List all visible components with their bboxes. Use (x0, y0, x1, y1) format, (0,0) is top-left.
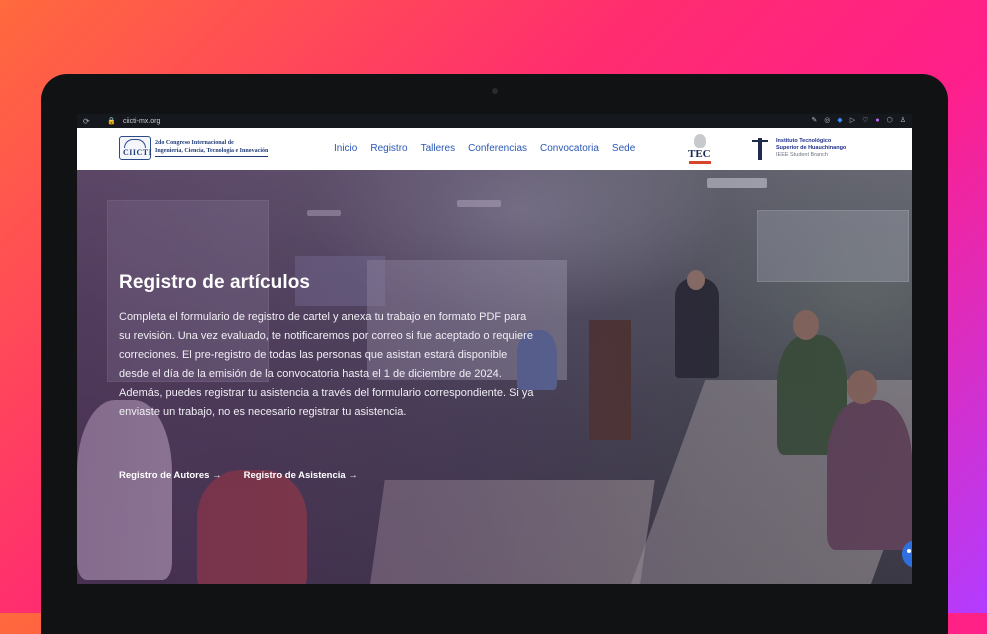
extension-tray: ✎ ◎ ◆ ▷ ♡ ● ⬡ ♙ (811, 116, 906, 126)
authors-registration-link[interactable]: Registro de Autores → (119, 470, 222, 481)
hero-content: Registro de artículos Completa el formul… (119, 272, 539, 422)
extension-icon[interactable]: ● (875, 116, 879, 126)
tower-icon (750, 136, 770, 160)
nav-convocatoria[interactable]: Convocatoria (540, 143, 599, 154)
webcam (492, 88, 498, 94)
browser-toolbar: ⟳ 🔒 ciicti-mx.org ✎ ◎ ◆ ▷ ♡ ● ⬡ ♙ (77, 114, 912, 128)
camera-icon[interactable]: ◎ (824, 116, 830, 126)
hero-links: Registro de Autores → Registro de Asiste… (119, 470, 358, 481)
ith-line-3: IEEE Student Branch (776, 151, 828, 158)
reload-icon[interactable]: ⟳ (83, 117, 95, 126)
address-bar[interactable]: ciicti-mx.org (123, 118, 160, 125)
ith-line-2: Superior de Huauchinango (776, 144, 847, 151)
main-nav: Inicio Registro Talleres Conferencias Co… (334, 143, 648, 154)
brand-line-2: Ingeniería, Ciencia, Tecnología e Innova… (155, 148, 269, 154)
nav-registro[interactable]: Registro (370, 143, 407, 154)
hero-section: Registro de artículos Completa el formul… (77, 170, 912, 584)
nav-sede[interactable]: Sede (612, 143, 635, 154)
shield-icon[interactable]: ◆ (837, 116, 842, 126)
brand[interactable]: CIICTI 2do Congreso Internacional de Ing… (119, 136, 269, 160)
nav-conferencias[interactable]: Conferencias (468, 143, 527, 154)
hero-description: Completa el formulario de registro de ca… (119, 311, 534, 418)
hero-title: Registro de artículos (119, 272, 311, 293)
brand-line-1: 2do Congreso Internacional de (155, 140, 234, 146)
play-icon[interactable]: ▷ (850, 116, 855, 126)
screen: ⟳ 🔒 ciicti-mx.org ✎ ◎ ◆ ▷ ♡ ● ⬡ ♙ CIICTI (77, 114, 912, 584)
profile-icon[interactable]: ♙ (900, 116, 906, 126)
cube-icon[interactable]: ⬡ (887, 116, 893, 126)
brand-logo: CIICTI (119, 136, 152, 160)
lock-icon: 🔒 (107, 118, 116, 125)
brand-name: 2do Congreso Internacional de Ingeniería… (155, 139, 269, 157)
site-header: CIICTI 2do Congreso Internacional de Ing… (77, 128, 912, 170)
nav-inicio[interactable]: Inicio (334, 143, 357, 154)
heart-icon[interactable]: ♡ (862, 116, 868, 126)
laptop-frame: ⟳ 🔒 ciicti-mx.org ✎ ◎ ◆ ▷ ♡ ● ⬡ ♙ CIICTI (41, 74, 948, 634)
attendance-registration-link[interactable]: Registro de Asistencia → (244, 470, 358, 481)
edit-icon[interactable]: ✎ (811, 116, 817, 126)
tec-logo[interactable]: TEC (687, 134, 713, 166)
ith-line-1: Instituto Tecnológico (776, 137, 832, 144)
nav-talleres[interactable]: Talleres (421, 143, 455, 154)
ith-logo[interactable]: Instituto Tecnológico Superior de Huauch… (750, 136, 846, 160)
